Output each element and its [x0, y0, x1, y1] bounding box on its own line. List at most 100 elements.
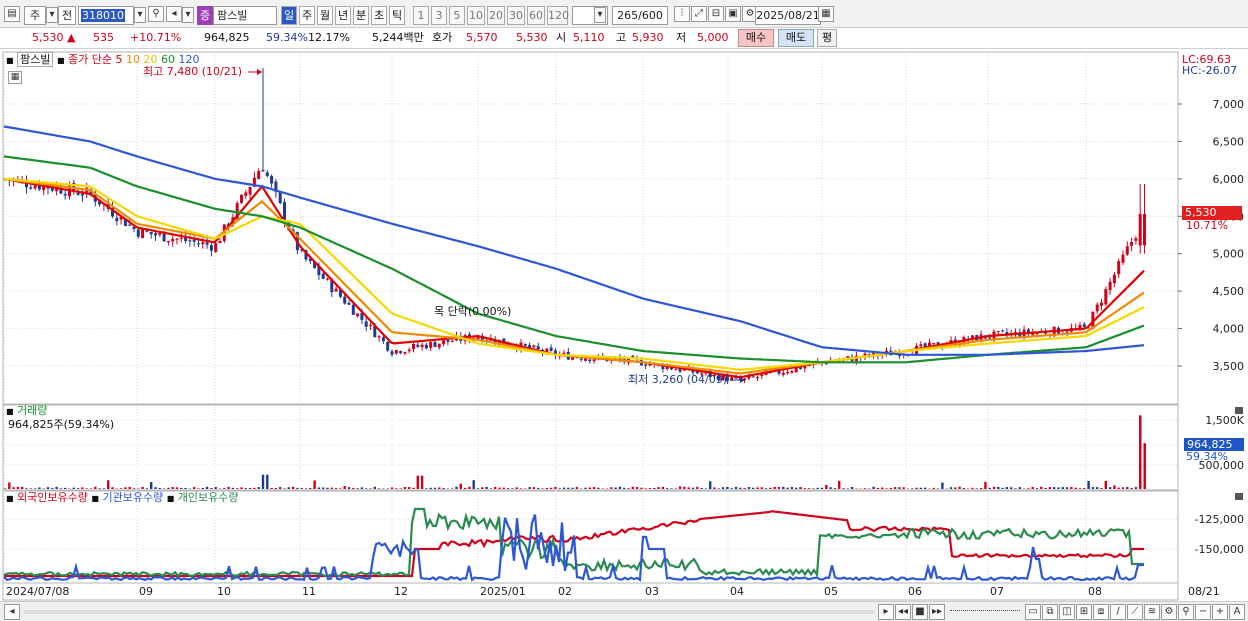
volume-bar	[700, 488, 703, 489]
draw-tool-icon[interactable]: ⤢	[691, 6, 707, 22]
candle-settings-icon[interactable]: ⫶	[674, 6, 690, 22]
fast-forward-icon[interactable]: ▸▸	[929, 604, 945, 620]
chart-type-icon[interactable]: ▤	[4, 6, 20, 22]
volume-pane[interactable]	[2, 404, 1179, 491]
candle	[442, 340, 446, 345]
candle	[988, 337, 992, 339]
volume-bar	[253, 487, 256, 489]
compare-icon[interactable]: ⧈	[1093, 604, 1109, 620]
legend-marker-icon: ■	[6, 407, 14, 416]
zoom-slider[interactable]	[950, 610, 1020, 613]
volume-bar	[696, 486, 699, 489]
period-tab[interactable]: 20	[487, 6, 505, 25]
split-view-icon[interactable]: ⊟	[708, 6, 724, 22]
volume-bar	[356, 488, 359, 489]
period-tab[interactable]: 분	[353, 6, 369, 25]
period-tab[interactable]: 60	[527, 6, 545, 25]
zoom-in-icon[interactable]: +	[1212, 604, 1228, 620]
period-tab[interactable]: 일	[281, 6, 297, 25]
prev-button[interactable]: 전	[58, 6, 76, 25]
volume-bar	[962, 488, 966, 489]
volume-bar	[429, 487, 432, 489]
sell-button[interactable]: 매도	[778, 29, 814, 47]
stock-name-field[interactable]: 팜스빌	[213, 6, 277, 25]
candle	[420, 344, 424, 348]
period-extra-dropdown-icon[interactable]: ▾	[594, 7, 606, 23]
volume-bar	[1057, 487, 1060, 489]
mode-select[interactable]: 주	[24, 6, 46, 25]
volume-bar	[1083, 488, 1086, 489]
legend-ma10: 10	[126, 53, 140, 66]
zoom-icon[interactable]: ⚲	[1178, 604, 1194, 620]
period-tab[interactable]: 초	[371, 6, 387, 25]
speaker-icon[interactable]: ◂	[166, 6, 182, 22]
scroll-right-icon[interactable]: ▸	[878, 604, 894, 620]
volume-bar	[876, 488, 880, 489]
volume-bar	[1121, 487, 1125, 489]
close-icon[interactable]	[1235, 407, 1243, 414]
date-field[interactable]: 2025/08/21	[755, 6, 821, 25]
buy-button[interactable]: 매수	[738, 29, 774, 47]
rewind-icon[interactable]: ◂◂	[895, 604, 911, 620]
volume-bar	[691, 487, 695, 489]
zoom-out-icon[interactable]: −	[1195, 604, 1211, 620]
volume-bar	[485, 486, 488, 489]
volume-bar	[16, 486, 20, 489]
volume-bar	[872, 486, 875, 489]
price-change-pct: +10.71%	[130, 31, 182, 44]
layout-icon[interactable]: ▭	[1025, 604, 1041, 620]
speaker-dropdown-icon[interactable]: ▾	[182, 7, 194, 23]
grid-icon[interactable]: ⊞	[1076, 604, 1092, 620]
period-tab[interactable]: 월	[317, 6, 333, 25]
line-tool-icon[interactable]: ∕	[1110, 604, 1126, 620]
period-tab[interactable]: 120	[547, 6, 569, 25]
stop-icon[interactable]: ■	[912, 604, 928, 620]
volume-bar	[1126, 487, 1129, 489]
date-label: 2025/01	[480, 585, 526, 598]
period-tab[interactable]: 30	[507, 6, 525, 25]
volume-bar	[304, 488, 308, 489]
candle	[248, 186, 252, 195]
scrollbar-track[interactable]	[24, 610, 874, 614]
period-tab[interactable]: 5	[449, 6, 465, 25]
period-tab[interactable]: 1	[413, 6, 429, 25]
legend-simple: 단순	[91, 53, 112, 66]
period-tab[interactable]: 주	[299, 6, 315, 25]
volume-bar	[46, 487, 50, 489]
draw-settings-icon[interactable]: ⚙	[1161, 604, 1177, 620]
volume-bar	[1053, 487, 1056, 489]
volume-bar	[85, 488, 88, 489]
volume-bar	[1027, 488, 1030, 489]
period-tab[interactable]: 10	[467, 6, 485, 25]
copy-icon[interactable]: ⧉	[1042, 604, 1058, 620]
volume-bar	[511, 488, 514, 489]
ray-tool-icon[interactable]: ⟋	[1127, 604, 1143, 620]
font-size-icon[interactable]: A	[1229, 604, 1245, 620]
hc-value: HC:-26.07	[1182, 64, 1238, 77]
table-icon[interactable]: ▦	[8, 71, 22, 84]
period-tab[interactable]: 3	[431, 6, 447, 25]
search-icon[interactable]: ⚲	[148, 6, 164, 22]
candle	[369, 325, 372, 327]
mode-dropdown-icon[interactable]: ▾	[46, 7, 58, 23]
period-tab[interactable]: 년	[335, 6, 351, 25]
fib-tool-icon[interactable]: ≋	[1144, 604, 1160, 620]
split-icon[interactable]: ◫	[1059, 604, 1075, 620]
volume-bar	[330, 487, 333, 489]
chart-area[interactable]: 7,0006,5006,0005,5005,0004,5004,0003,500…	[0, 49, 1248, 621]
eval-button[interactable]: 평	[817, 29, 837, 47]
period-tab[interactable]: 틱	[389, 6, 405, 25]
close-icon[interactable]	[1235, 493, 1243, 500]
candle	[240, 194, 243, 203]
volume-bar	[124, 487, 127, 489]
save-icon[interactable]: ▣	[725, 6, 741, 22]
scroll-left-icon[interactable]: ◂	[4, 604, 20, 620]
calendar-icon[interactable]: ▦	[818, 6, 834, 22]
count-field[interactable]: 265/600	[612, 6, 668, 25]
date-label: 09	[139, 585, 153, 598]
candle	[63, 193, 67, 196]
volume-bar	[1061, 487, 1064, 489]
code-input[interactable]: 318010	[78, 6, 134, 25]
volume-bar	[322, 487, 325, 489]
code-dropdown-icon[interactable]: ▾	[134, 7, 146, 23]
